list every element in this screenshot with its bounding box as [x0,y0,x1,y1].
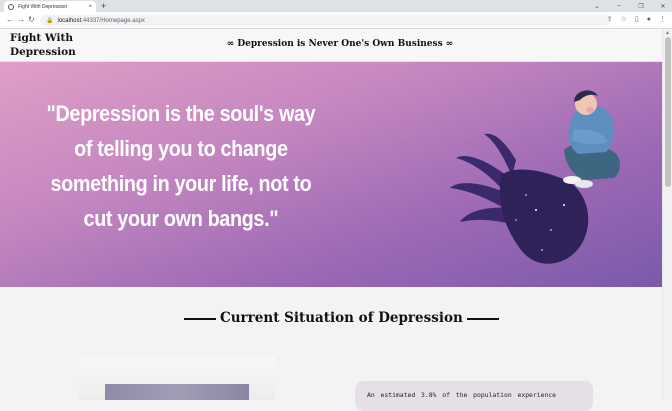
statistics-text: An estimated 3.8% of the population expe… [367,391,556,399]
title-rule-right [466,317,499,320]
tab-close-button[interactable]: × [88,4,92,10]
minimize-button[interactable]: – [614,3,624,9]
address-toolbar: ← → ↻ 🔒 localhost:44337/Homepage.aspx ⇪ … [0,12,672,29]
share-icon[interactable]: ⇪ [607,15,613,25]
window-controls: ⌄ – ❐ ✕ [592,0,668,12]
section-image [79,357,275,400]
globe-icon [8,3,14,10]
bookmark-star-icon[interactable]: ☆ [621,15,627,25]
reload-icon[interactable]: ↻ [28,15,35,25]
tab-search-icon[interactable]: ⌄ [592,3,602,10]
toolbar-icons: ⇪ ☆ ▯ ● ⋮ [607,15,666,25]
title-rule-left [184,317,216,320]
statistics-card: An estimated 3.8% of the population expe… [355,381,593,411]
url-text: localhost:44337/Homepage.aspx [57,17,145,24]
browser-tab-bar: Fight With Depression × + ⌄ – ❐ ✕ [0,0,672,12]
menu-dots-icon[interactable]: ⋮ [659,15,666,25]
back-arrow-icon[interactable]: ← [6,15,14,25]
restore-button[interactable]: ❐ [636,3,646,10]
section-title: Current Situation of Depression [180,310,499,326]
lock-icon: 🔒 [46,18,54,24]
scroll-thumb[interactable] [665,37,671,187]
close-window-button[interactable]: ✕ [658,3,668,10]
hero-banner: "Depression is the soul's way of telling… [0,62,662,287]
forward-arrow-icon[interactable]: → [17,15,25,25]
sidebar-icon[interactable]: ▯ [635,15,639,25]
site-header: Fight With Depression ∞ Depression is Ne… [0,29,662,62]
page-scrollbar[interactable]: ▲ [662,29,672,400]
hero-quote: "Depression is the soul's way of telling… [46,101,316,231]
sad-person-on-hand-illustration [450,90,620,264]
url-field[interactable]: 🔒 localhost:44337/Homepage.aspx [40,15,610,26]
section-photo [105,384,249,400]
profile-icon[interactable]: ● [647,15,651,25]
browser-tab[interactable]: Fight With Depression × [4,1,96,12]
current-situation-section: Current Situation of Depression An estim… [0,287,662,411]
site-tagline: ∞ Depression is Never One's Own Business… [226,39,454,49]
site-logo[interactable]: Fight With Depression [10,31,80,59]
tab-title: Fight With Depression [18,3,68,10]
scroll-up-arrow-icon[interactable]: ▲ [665,30,670,36]
new-tab-button[interactable]: + [101,0,106,12]
